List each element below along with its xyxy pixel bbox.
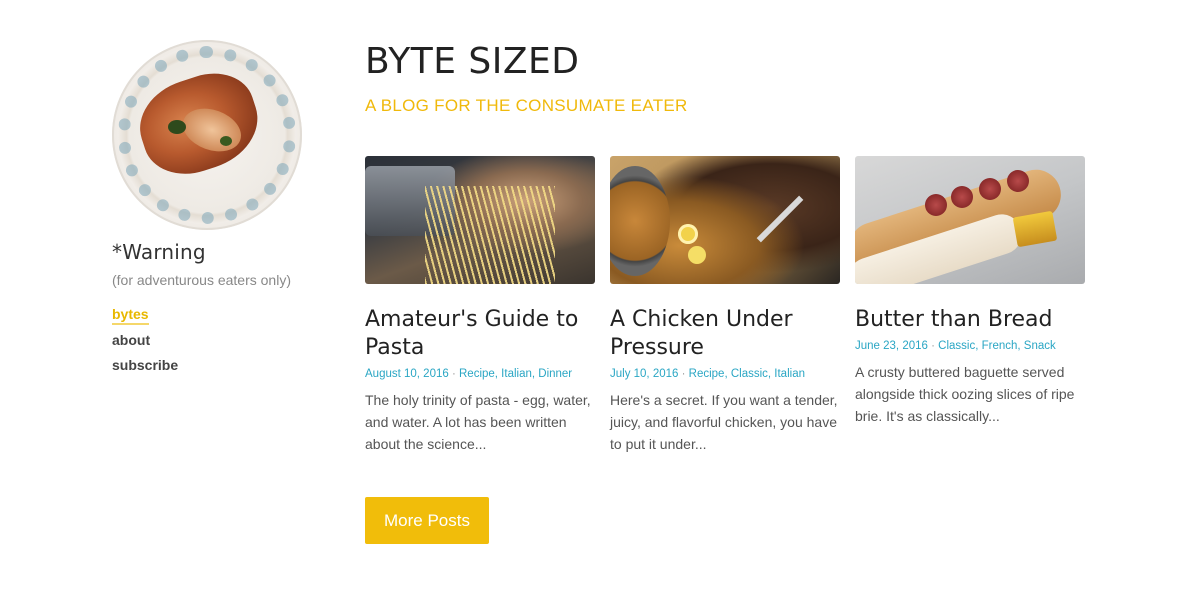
post-thumbnail-chicken[interactable] [610, 156, 840, 284]
sidebar-nav: bytes about subscribe [112, 306, 312, 375]
post-categories[interactable]: Recipe, Classic, Italian [689, 368, 805, 380]
avatar-image [112, 40, 302, 230]
post-date[interactable]: August 10, 2016 [365, 368, 449, 380]
post-thumbnail-bread[interactable] [855, 156, 1085, 284]
post-meta: June 23, 2016 · Classic, French, Snack [855, 340, 1085, 352]
post-grid: Amateur's Guide to Pasta August 10, 2016… [365, 156, 1085, 455]
post-categories[interactable]: Classic, French, Snack [938, 340, 1056, 352]
sidebar: *Warning (for adventurous eaters only) b… [112, 40, 312, 382]
post-meta: August 10, 2016 · Recipe, Italian, Dinne… [365, 368, 595, 380]
more-posts-button[interactable]: More Posts [365, 497, 489, 544]
post-date[interactable]: June 23, 2016 [855, 340, 928, 352]
post-thumbnail-pasta[interactable] [365, 156, 595, 284]
post-meta: July 10, 2016 · Recipe, Classic, Italian [610, 368, 840, 380]
author-name: *Warning [112, 240, 206, 264]
post-categories[interactable]: Recipe, Italian, Dinner [459, 368, 572, 380]
author-tagline: (for adventurous eaters only) [112, 272, 291, 288]
post-excerpt: The holy trinity of pasta - egg, water, … [365, 392, 591, 452]
nav-link-about[interactable]: about [112, 332, 150, 349]
post-date[interactable]: July 10, 2016 [610, 368, 678, 380]
post-excerpt: Here's a secret. If you want a tender, j… [610, 392, 838, 452]
nav-link-subscribe[interactable]: subscribe [112, 357, 178, 374]
site-subtitle: A BLOG FOR THE CONSUMATE EATER [365, 96, 688, 115]
post-title[interactable]: Butter than Bread [855, 306, 1085, 334]
post-title[interactable]: A Chicken Under Pressure [610, 306, 840, 362]
nav-link-bytes[interactable]: bytes [112, 306, 149, 325]
post-card: Butter than Bread June 23, 2016 · Classi… [855, 156, 1085, 455]
main-content: BYTE SIZED A BLOG FOR THE CONSUMATE EATE… [365, 40, 1085, 544]
meta-separator: · [448, 368, 459, 380]
meta-separator: · [927, 340, 939, 352]
post-excerpt: A crusty buttered baguette served alongs… [855, 364, 1075, 424]
post-title[interactable]: Amateur's Guide to Pasta [365, 306, 595, 362]
post-card: A Chicken Under Pressure July 10, 2016 ·… [610, 156, 840, 455]
post-card: Amateur's Guide to Pasta August 10, 2016… [365, 156, 595, 455]
meta-separator: · [678, 368, 689, 380]
site-title[interactable]: BYTE SIZED [365, 40, 1085, 84]
